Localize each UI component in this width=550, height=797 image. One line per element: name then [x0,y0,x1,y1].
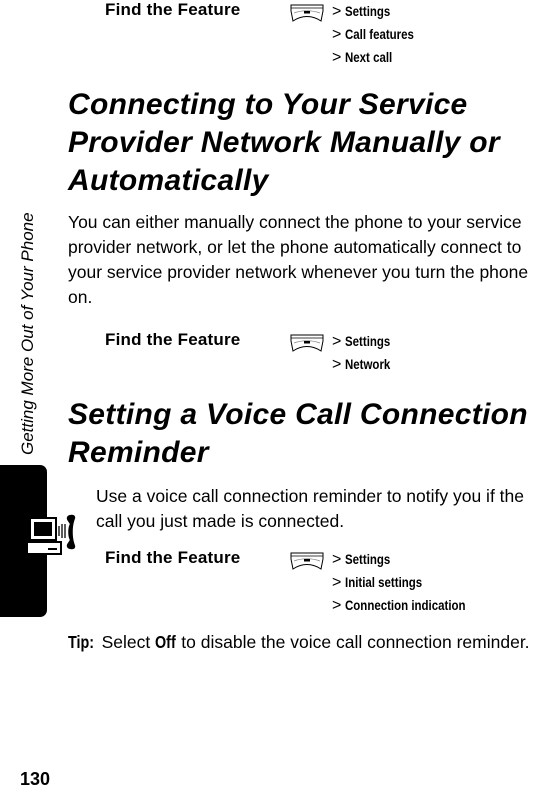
section-heading-network: Connecting to Your Service Provider Netw… [68,88,500,197]
tip: Tip: Select Off to disable the voice cal… [68,630,530,654]
menu-path-item[interactable]: > Next call [332,46,429,69]
tip-text-after: to disable the voice call connection rem… [176,632,530,652]
path-item-label: Call features [345,26,415,42]
path-item-label: Initial settings [345,574,423,590]
menu-key-icon [290,334,324,352]
chapter-title: Getting More Out of Your Phone [18,212,37,455]
section-body-network: You can either manually connect the phon… [68,212,529,307]
tip-label: Tip: [68,632,95,652]
menu-path-item[interactable]: > Settings [332,0,429,23]
menu-path-item[interactable]: > Call features [332,23,429,46]
menu-key-icon [290,4,324,22]
path-separator: > [332,26,342,43]
tip-term: Off [155,632,176,652]
menu-key-icon [290,552,324,570]
find-feature-label: Find the Feature [105,0,241,19]
path-item-label: Next call [345,49,393,65]
menu-path-item[interactable]: > Settings [332,548,492,571]
path-item-label: Connection indication [345,597,466,613]
path-separator: > [332,49,342,66]
path-item-label: Settings [345,3,391,19]
path-separator: > [332,356,342,373]
menu-path: > Settings > Initial settings > Connection … [332,548,492,617]
path-item-label: Network [345,356,391,372]
find-feature-label: Find the Feature [105,548,241,567]
path-item-label: Settings [345,551,391,567]
menu-path: > Settings > Call features > Next call [332,0,429,69]
find-feature-label: Find the Feature [105,330,241,349]
menu-path: > Settings > Network [332,330,401,376]
page-number: 130 [20,769,51,789]
path-separator: > [332,574,342,591]
menu-path-item[interactable]: > Initial settings [332,571,492,594]
path-separator: > [332,551,342,568]
menu-path-item[interactable]: > Connection indication [332,594,492,617]
section-heading-connection-reminder: Setting a Voice Call Connection Reminder [68,398,528,469]
path-item-label: Settings [345,333,391,349]
path-separator: > [332,333,342,350]
menu-path-item[interactable]: > Settings [332,330,401,353]
path-separator: > [332,3,342,20]
menu-path-item[interactable]: > Network [332,353,401,376]
section-body-connection-reminder: Use a voice call connection reminder to … [96,486,524,531]
tip-text-before: Select [96,632,156,652]
path-separator: > [332,597,342,614]
computer-phone-icon [26,513,77,555]
